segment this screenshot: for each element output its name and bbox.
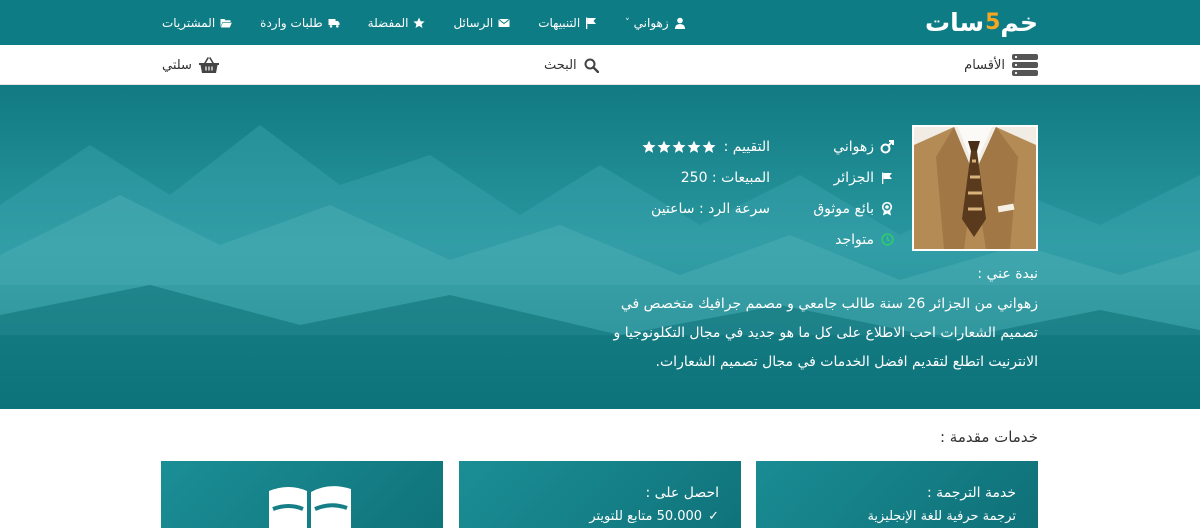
male-icon [880,139,894,154]
star-icon [702,140,716,153]
profile-avatar [912,125,1038,251]
logo-text: خم [1000,7,1039,37]
profile-status-row: متواجد [813,224,894,255]
service-card-translation[interactable]: خدمة الترجمة : ترجمة حرفية للغة الإنجليز… [756,461,1038,528]
search-icon [584,58,599,73]
star-icon [657,140,671,153]
secondary-navbar: الأقسام البحث سلتي [0,45,1200,85]
site-logo[interactable]: خم 5 سات [924,7,1039,37]
service-card-line: ترجمة حرفية للغة الإنجليزية [867,509,1016,524]
flag-icon [586,17,597,29]
services-heading: خدمات مقدمة : [939,428,1038,446]
star-icon [642,140,656,153]
service-card-line: ✓ 50.000 متابع للتويتر [589,509,719,524]
star-icon [687,140,701,153]
search-button[interactable]: البحث [544,45,599,85]
nav-incoming-orders[interactable]: طلبات واردة [260,16,340,30]
award-icon [880,201,894,216]
cart-button[interactable]: سلتي [162,45,219,85]
nav-messages[interactable]: الرسائل [453,16,510,30]
truck-icon [328,18,340,28]
rating-row: التقييم : [641,131,770,162]
categories-label: الأقسام [964,57,1005,73]
sales-row: المبيعات : 250 [641,162,770,193]
logo-five: 5 [985,9,1000,35]
rating-label: التقييم : [723,138,770,155]
bio-text: زهواني من الجزائر 26 سنة طالب جامعي و مص… [613,296,1038,370]
search-label: البحث [544,57,577,73]
service-card-title: احصل على : [645,485,719,501]
nav-favorites[interactable]: المفضلة [368,16,426,30]
service-card-windows[interactable] [161,461,443,528]
profile-country: الجزائر [833,169,874,186]
response-row: سرعة الرد : ساعتين [641,193,770,224]
bio-heading: نبدة عني : [977,266,1038,282]
suit-portrait-icon [914,127,1036,249]
service-card-title: خدمة الترجمة : [927,485,1016,501]
nav-purchases[interactable]: المشتريات [162,16,232,30]
profile-hero: زهواني الجزائر بائع موثوق متواجد التقييم… [0,85,1200,409]
cart-label: سلتي [162,57,192,73]
user-icon [674,17,685,29]
profile-stats: التقييم : المبيعات : 250 سرعة الرد : ساع… [641,131,770,224]
server-stack-icon [1012,54,1038,76]
flag-icon [880,171,894,185]
top-nav: زهواني ˅ التنبيهات الرسائل المفضلة طلبات… [162,0,686,45]
response-time-label: سرعة الرد : ساعتين [651,200,770,217]
categories-menu-button[interactable]: الأقسام [964,45,1038,85]
windows-logo-icon [269,486,351,528]
star-icon [413,17,426,28]
profile-badge-row: بائع موثوق [813,193,894,224]
profile-identity: زهواني الجزائر بائع موثوق متواجد [813,131,894,255]
chevron-down-icon: ˅ [625,17,630,28]
service-card-twitter[interactable]: احصل على : ✓ 50.000 متابع للتويتر [459,461,741,528]
profile-name[interactable]: زهواني [833,139,874,155]
rating-stars [641,140,716,154]
basket-icon [198,56,219,73]
profile-name-row: زهواني [813,131,894,162]
profile-status: متواجد [835,231,874,248]
sales-label: المبيعات : 250 [680,169,770,186]
profile-badge: بائع موثوق [813,200,874,217]
nav-notifications[interactable]: التنبيهات [538,16,597,30]
folder-open-icon [220,18,232,27]
envelope-icon [498,18,510,27]
top-navbar: خم 5 سات زهواني ˅ التنبيهات الرسائل المفضل… [0,0,1200,45]
clock-icon [880,233,894,247]
profile-country-row: الجزائر [813,162,894,193]
nav-user-menu[interactable]: زهواني ˅ [625,16,686,30]
check-icon: ✓ [708,509,719,524]
logo-text-end: سات [924,7,985,37]
star-icon [672,140,686,153]
